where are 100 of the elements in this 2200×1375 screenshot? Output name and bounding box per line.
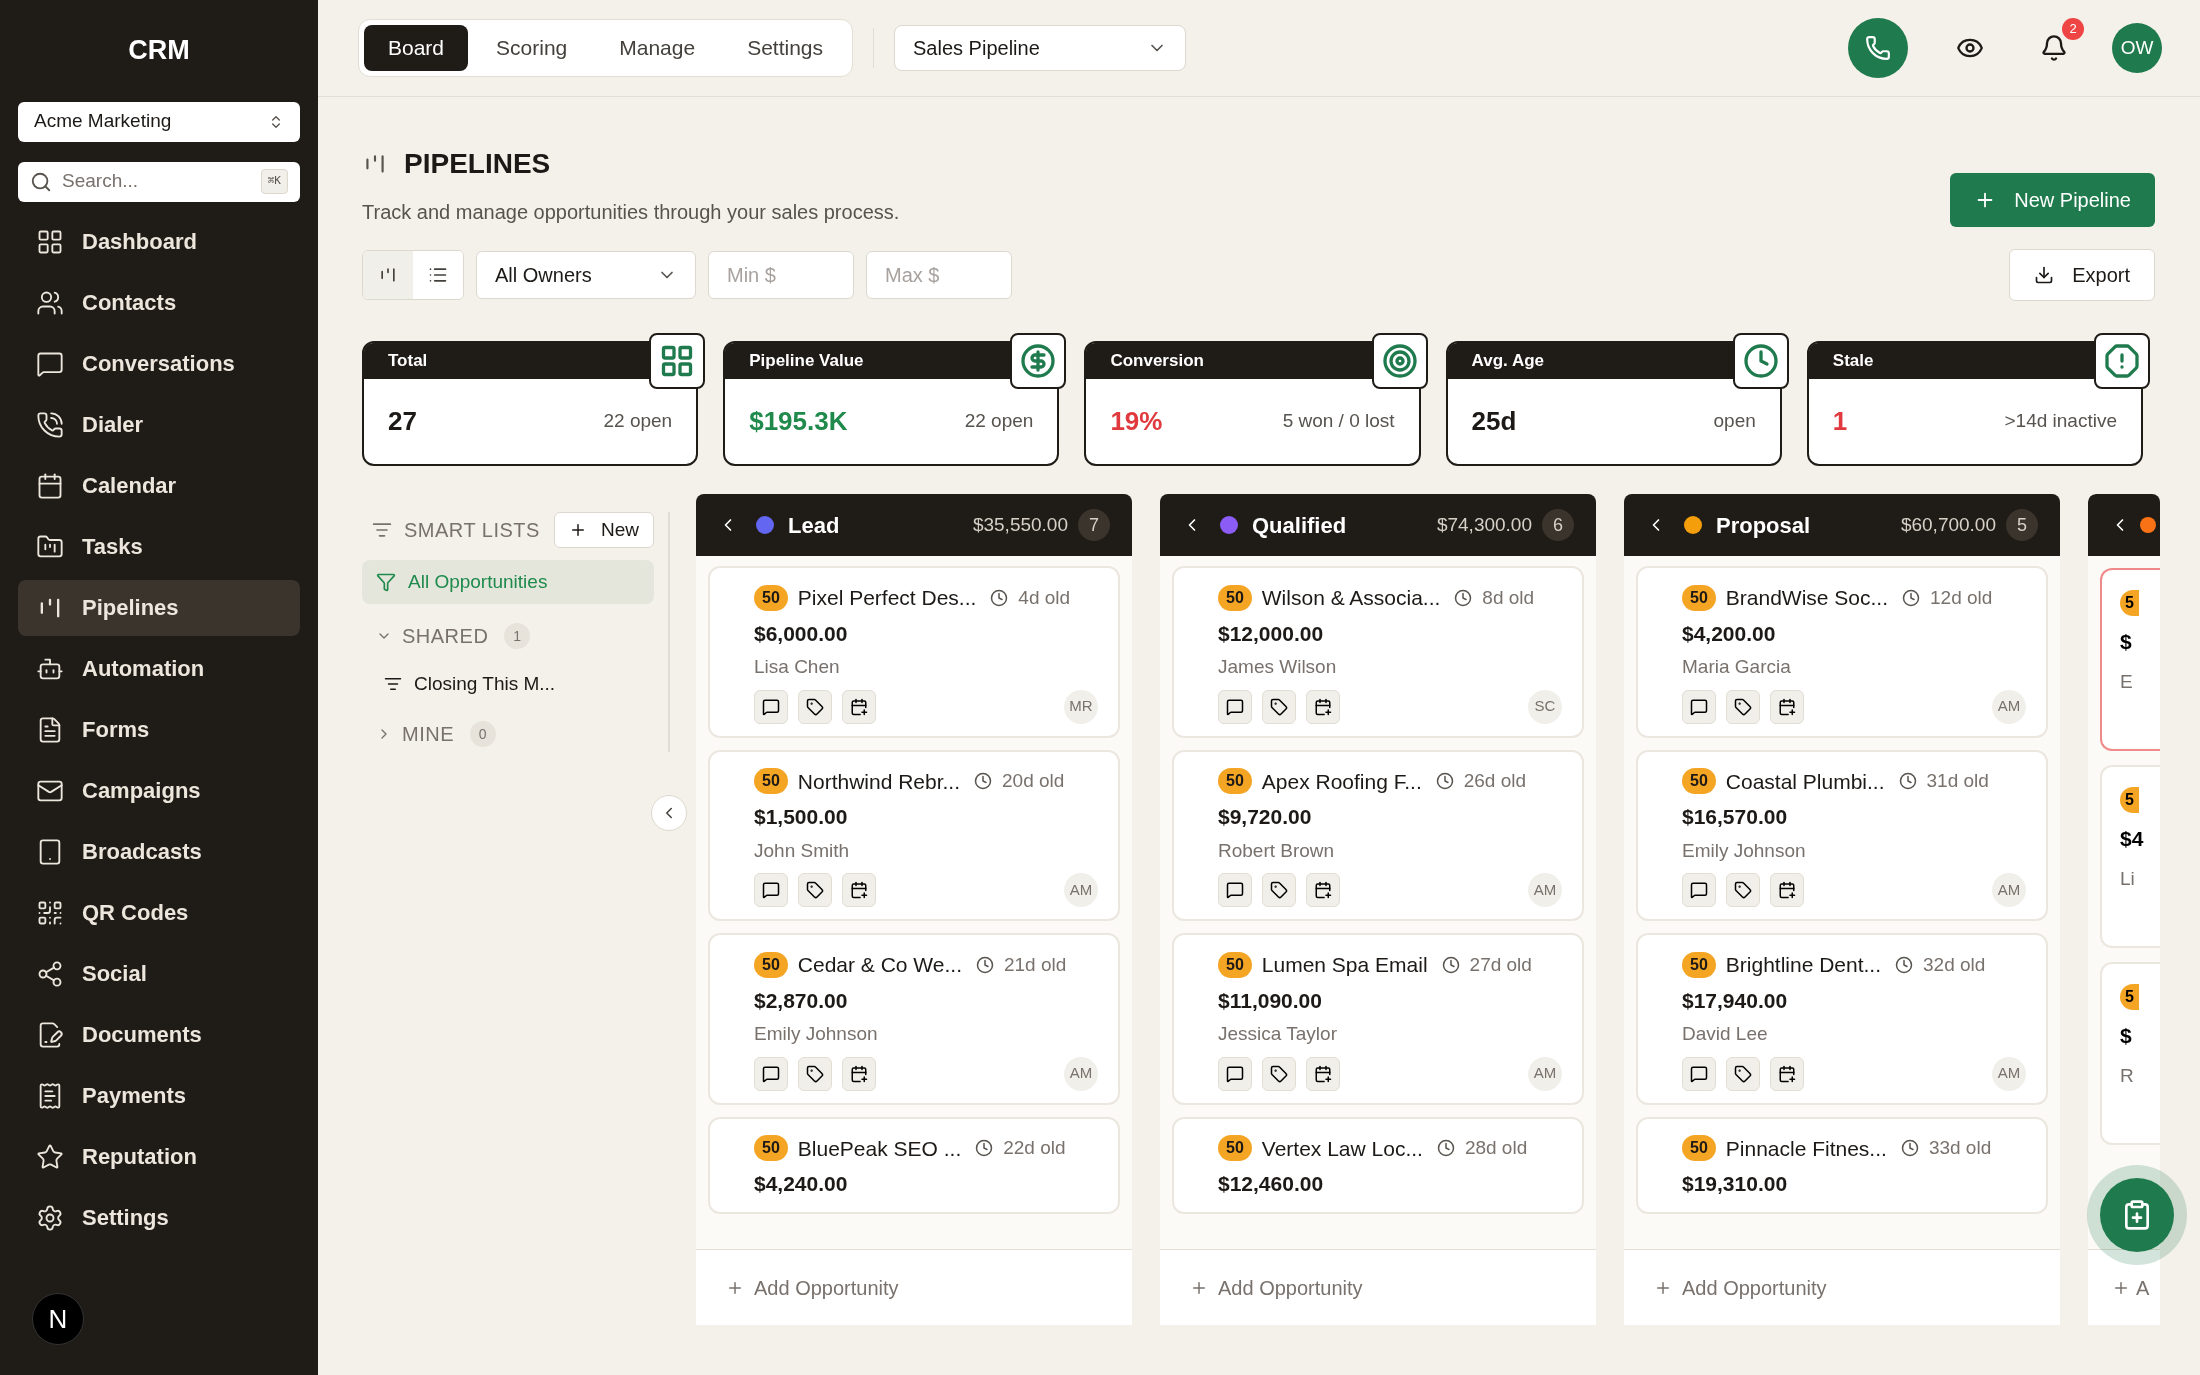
nav-item[interactable]: Dialer bbox=[18, 396, 300, 453]
nav-item[interactable]: Social bbox=[18, 945, 300, 1002]
nav-item[interactable]: Contacts bbox=[18, 274, 300, 331]
owner-avatar: AM bbox=[1528, 1056, 1562, 1091]
group-header[interactable]: SHARED 1 bbox=[362, 618, 654, 654]
score-badge: 50 bbox=[1218, 768, 1252, 795]
nav-item[interactable]: Conversations bbox=[18, 335, 300, 392]
schedule-button[interactable] bbox=[842, 873, 876, 907]
search-input[interactable]: Search... bbox=[62, 167, 251, 196]
tag-button[interactable] bbox=[1726, 873, 1760, 907]
smart-list-item[interactable]: All Opportunities bbox=[362, 560, 654, 604]
message-button[interactable] bbox=[754, 689, 788, 724]
workspace-select[interactable]: Acme Marketing bbox=[18, 101, 300, 142]
add-opportunity-button[interactable]: Add Opportunity bbox=[696, 1249, 1132, 1325]
max-amount-field[interactable]: Max $ bbox=[866, 251, 1012, 299]
nav-item[interactable]: Reputation bbox=[18, 1128, 300, 1185]
nav-item[interactable]: Automation bbox=[18, 640, 300, 697]
opportunity-card[interactable]: 50 Cedar & Co We... 21d old $2,870.00 Emily Johnson AM bbox=[708, 933, 1120, 1105]
message-button[interactable] bbox=[754, 1056, 788, 1091]
nav-item[interactable]: Tasks bbox=[18, 518, 300, 575]
add-opportunity-button[interactable]: Add Opportunity bbox=[1624, 1249, 2060, 1325]
tag-button[interactable] bbox=[798, 873, 832, 907]
stat-note: open bbox=[1713, 409, 1756, 434]
message-button[interactable] bbox=[1682, 1056, 1716, 1091]
search-field[interactable]: Search... ⌘K bbox=[18, 161, 300, 202]
clock-icon bbox=[1902, 588, 1921, 607]
smart-list-item[interactable]: Closing This M... bbox=[362, 666, 654, 702]
view-toggle-button[interactable] bbox=[363, 251, 413, 299]
message-button[interactable] bbox=[1218, 689, 1252, 724]
chat-icon bbox=[1690, 881, 1708, 899]
owner-select[interactable]: All Owners bbox=[476, 251, 696, 299]
nav-item[interactable]: Campaigns bbox=[18, 762, 300, 819]
opportunity-card[interactable]: 50 Vertex Law Loc... 28d old $12,460.00 bbox=[1172, 1116, 1584, 1214]
user-avatar[interactable]: OW bbox=[2112, 23, 2162, 73]
message-button[interactable] bbox=[754, 873, 788, 907]
user-avatar[interactable]: N bbox=[32, 1293, 84, 1345]
schedule-button[interactable] bbox=[1770, 1056, 1804, 1091]
message-button[interactable] bbox=[1218, 1056, 1252, 1091]
nav-item[interactable]: Settings bbox=[18, 1189, 300, 1246]
opportunity-title: Pinnacle Fitnes... bbox=[1725, 1135, 1887, 1162]
opportunity-card[interactable]: 50 Lumen Spa Email 27d old $11,090.00 Jessica Taylor AM bbox=[1172, 933, 1584, 1105]
chat-icon bbox=[1226, 697, 1244, 716]
calendar-plus-icon bbox=[1778, 881, 1796, 899]
clock-icon bbox=[1895, 955, 1914, 974]
tag-button[interactable] bbox=[1726, 1056, 1760, 1091]
opportunity-card[interactable]: 5 $ R bbox=[2100, 962, 2160, 1145]
opportunity-card[interactable]: 50 Coastal Plumbi... 31d old $16,570.00 Emily Johnson AM bbox=[1636, 749, 2048, 921]
message-button[interactable] bbox=[1682, 873, 1716, 907]
message-button[interactable] bbox=[1682, 689, 1716, 724]
nav-item[interactable]: Forms bbox=[18, 701, 300, 758]
tag-button[interactable] bbox=[1262, 873, 1296, 907]
nav-item[interactable]: Documents bbox=[18, 1006, 300, 1063]
add-opportunity-button[interactable]: Add Opportunity bbox=[1160, 1249, 1596, 1325]
tab[interactable]: Manage bbox=[595, 25, 720, 71]
min-amount-field[interactable]: Min $ bbox=[708, 251, 854, 299]
opportunity-card[interactable]: 5 $ E bbox=[2100, 568, 2160, 751]
nav-item[interactable]: Calendar bbox=[18, 457, 300, 514]
schedule-button[interactable] bbox=[1770, 689, 1804, 724]
opportunity-card[interactable]: 50 BrandWise Soc... 12d old $4,200.00 Maria Garcia AM bbox=[1636, 566, 2048, 738]
tab[interactable]: Scoring bbox=[472, 25, 592, 71]
nav-item[interactable]: Broadcasts bbox=[18, 823, 300, 880]
schedule-button[interactable] bbox=[842, 1056, 876, 1091]
opportunity-amount: $ bbox=[2120, 1023, 2133, 1049]
opportunity-card[interactable]: 5 $4 Li bbox=[2100, 765, 2160, 948]
tag-button[interactable] bbox=[1262, 1056, 1296, 1091]
tag-icon bbox=[1734, 881, 1752, 899]
age-label: 28d old bbox=[1464, 1136, 1528, 1160]
opportunity-card[interactable]: 50 Apex Roofing F... 26d old $9,720.00 Robert Brown AM bbox=[1172, 749, 1584, 921]
pipeline-select[interactable]: Sales Pipeline bbox=[894, 25, 1187, 71]
calendar-plus-icon bbox=[1314, 697, 1332, 716]
tag-button[interactable] bbox=[798, 689, 832, 724]
opportunity-card[interactable]: 50 Pixel Perfect Des... 4d old $6,000.00 Lisa Chen MR bbox=[708, 566, 1120, 738]
nav-item[interactable]: QR Codes bbox=[18, 884, 300, 941]
schedule-button[interactable] bbox=[1306, 873, 1340, 907]
tag-button[interactable] bbox=[1262, 689, 1296, 724]
schedule-button[interactable] bbox=[1306, 689, 1340, 724]
nav-item[interactable]: Payments bbox=[18, 1067, 300, 1124]
schedule-button[interactable] bbox=[842, 689, 876, 724]
opportunity-card[interactable]: 50 Northwind Rebr... 20d old $1,500.00 John Smith AM bbox=[708, 749, 1120, 921]
schedule-button[interactable] bbox=[1306, 1056, 1340, 1091]
add-opportunity-button[interactable]: A bbox=[2088, 1249, 2160, 1325]
calendar-plus-icon bbox=[1314, 1064, 1332, 1083]
opportunity-card[interactable]: 50 Wilson & Associa... 8d old $12,000.00 James Wilson SC bbox=[1172, 566, 1584, 738]
opportunity-card[interactable]: 50 Pinnacle Fitnes... 33d old $19,310.00 bbox=[1636, 1116, 2048, 1214]
new-list-button[interactable]: New bbox=[554, 512, 654, 548]
nav-item[interactable]: Dashboard bbox=[18, 213, 300, 270]
group-header[interactable]: MINE 0 bbox=[362, 716, 654, 752]
schedule-button[interactable] bbox=[1770, 873, 1804, 907]
opportunity-card[interactable]: 50 Brightline Dent... 32d old $17,940.00 David Lee AM bbox=[1636, 933, 2048, 1105]
tag-button[interactable] bbox=[1726, 689, 1760, 724]
tag-button[interactable] bbox=[798, 1056, 832, 1091]
opportunity-card[interactable]: 50 BluePeak SEO ... 22d old $4,240.00 bbox=[708, 1116, 1120, 1214]
tab[interactable]: Settings bbox=[723, 25, 848, 71]
clock-icon bbox=[1454, 588, 1473, 607]
export-button[interactable]: Export bbox=[2009, 249, 2155, 301]
new-pipeline-button[interactable]: New Pipeline bbox=[1950, 173, 2155, 227]
call-button[interactable] bbox=[1848, 18, 1908, 78]
tab[interactable]: Board bbox=[364, 25, 469, 71]
message-button[interactable] bbox=[1218, 873, 1252, 907]
nav-item[interactable]: Pipelines bbox=[18, 579, 300, 636]
